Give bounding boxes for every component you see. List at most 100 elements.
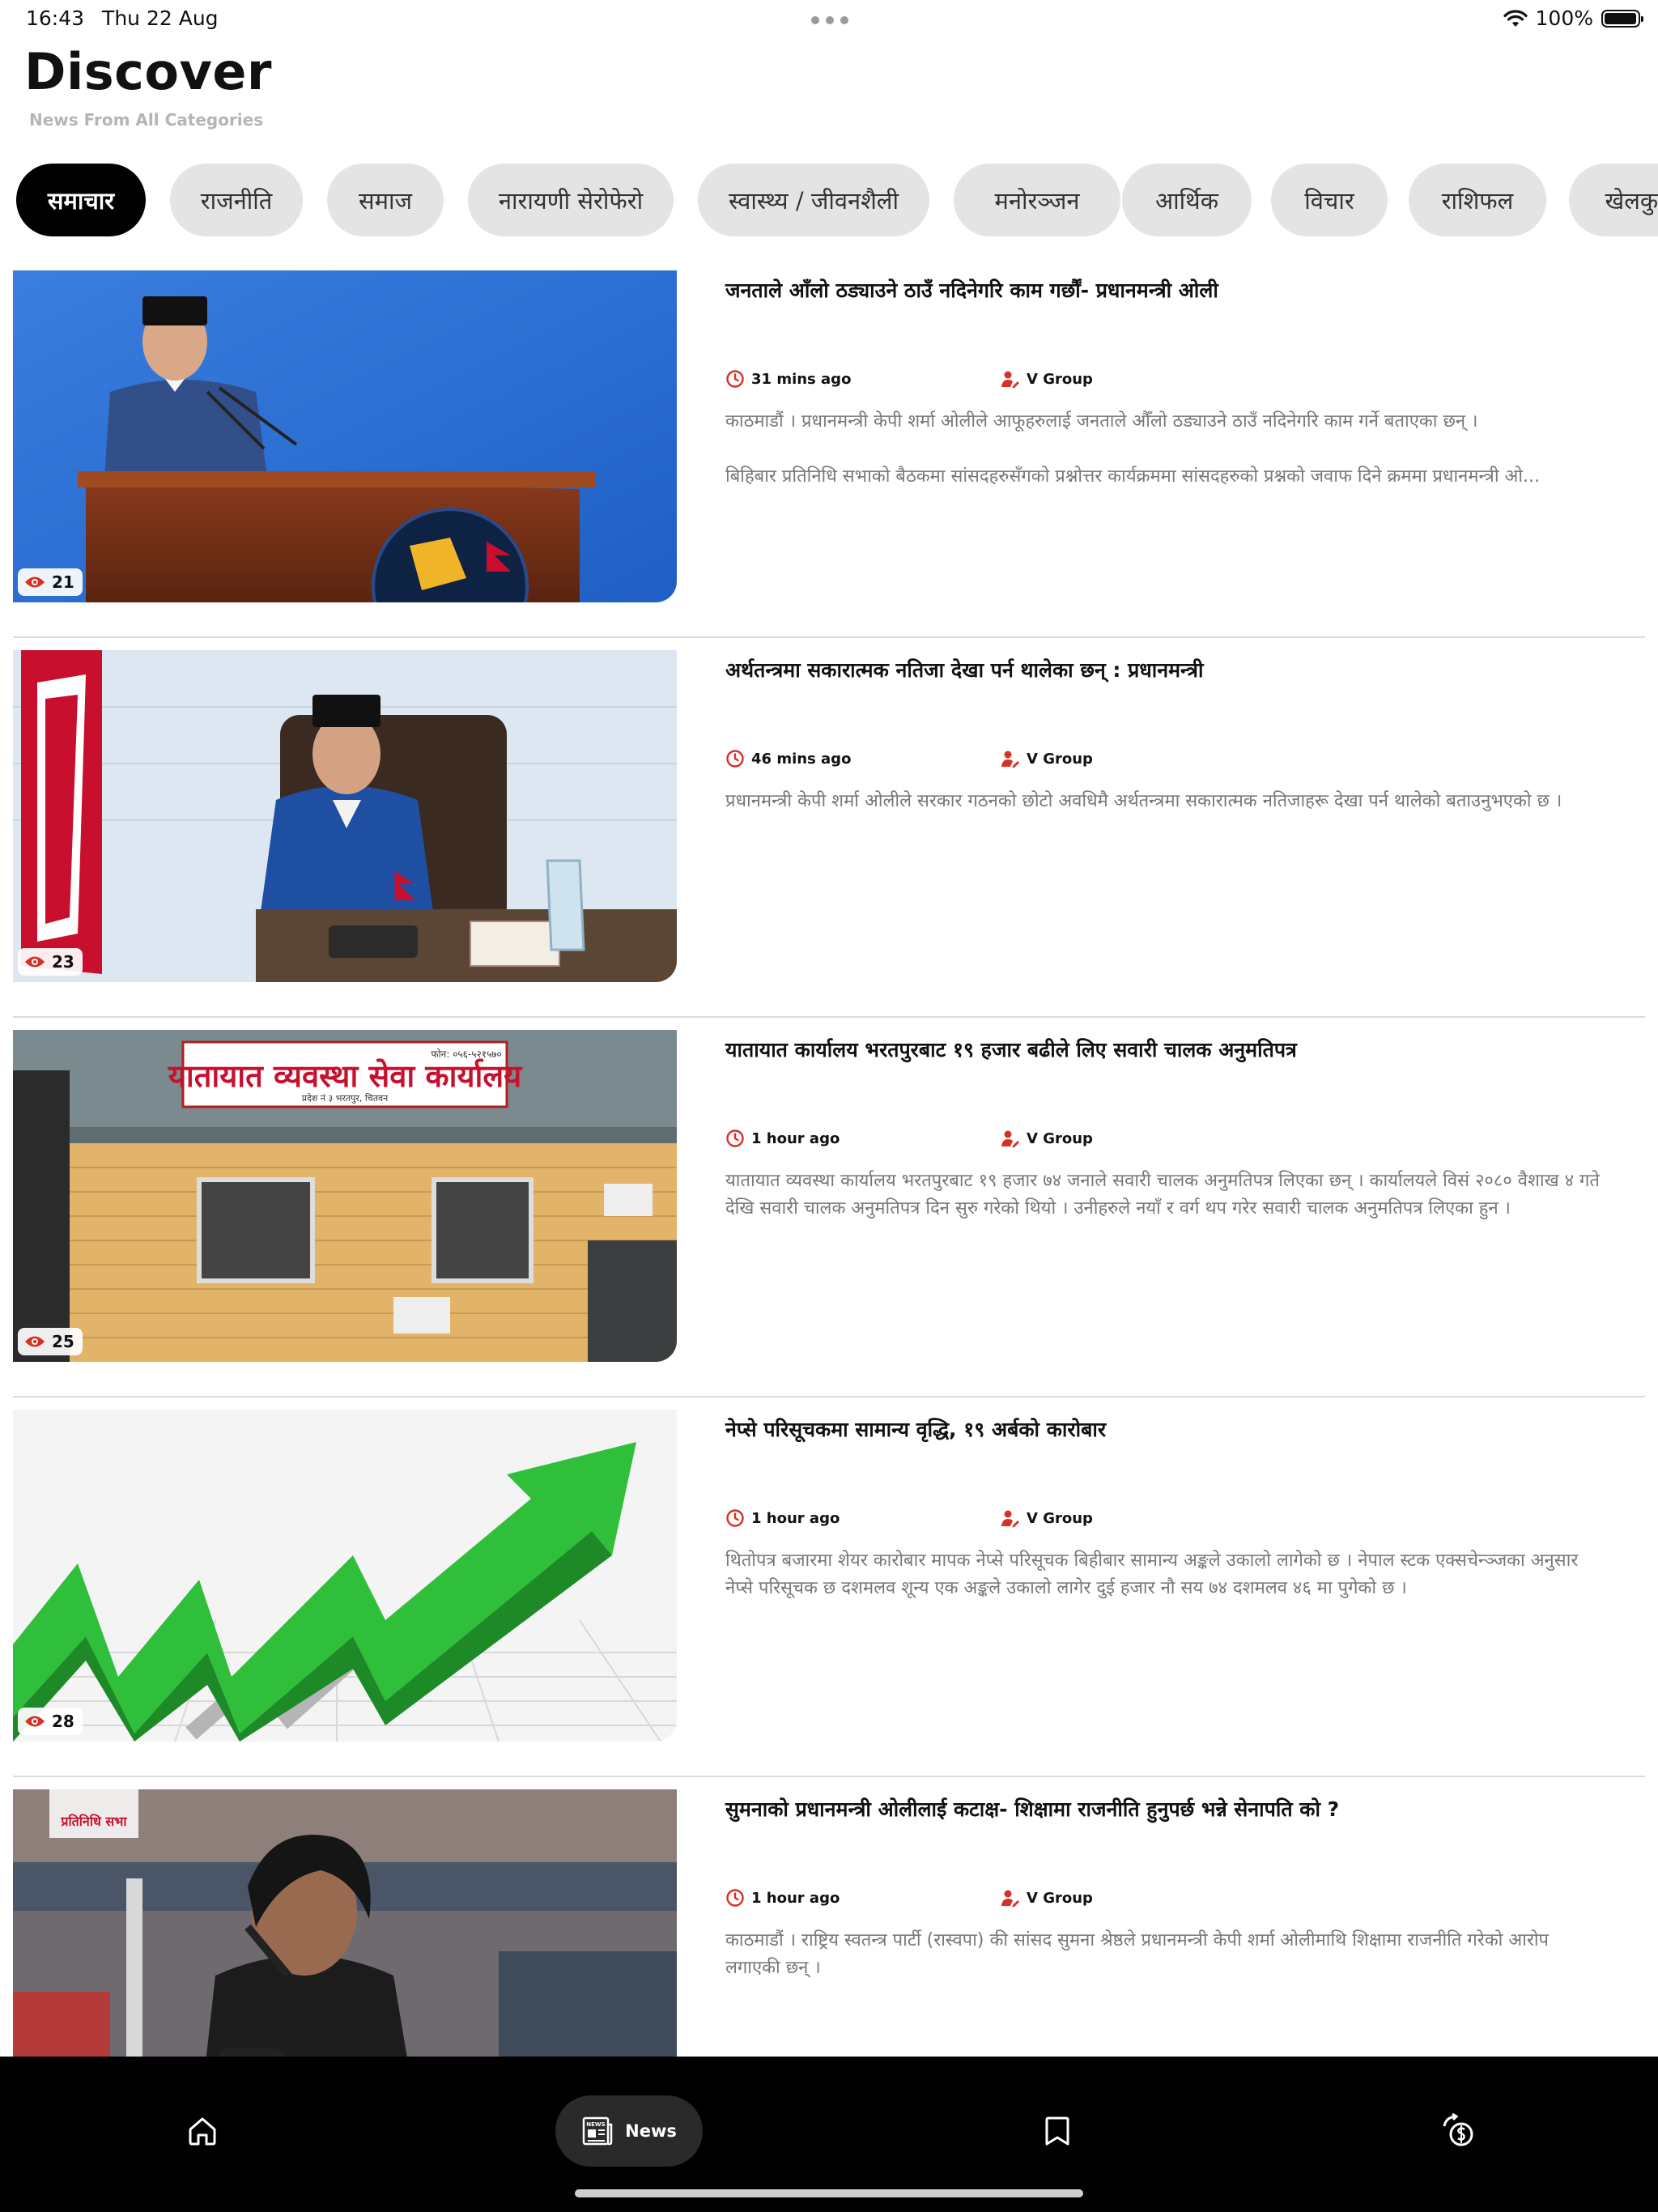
divider — [13, 1776, 1645, 1777]
tab-news[interactable]: NEWS News — [555, 2095, 703, 2167]
article-time-text: 1 hour ago — [751, 1129, 840, 1147]
author-icon — [1001, 1890, 1019, 1908]
status-time: 16:43 — [26, 6, 85, 30]
category-tab[interactable]: नारायणी सेरोफेरो — [468, 164, 674, 236]
author-icon — [1001, 751, 1019, 768]
view-count: 25 — [18, 1328, 83, 1355]
category-tab[interactable]: मनोरञ्जन — [954, 164, 1120, 236]
tab-currency[interactable] — [1426, 2099, 1491, 2163]
divider — [13, 1016, 1645, 1018]
article-thumbnail[interactable]: 21 — [13, 270, 677, 602]
eye-icon — [25, 1716, 45, 1727]
article-time: 31 mins ago — [725, 369, 851, 389]
view-count-value: 25 — [52, 1332, 74, 1351]
status-bar: 16:43 Thu 22 Aug 100% — [0, 0, 1658, 39]
article-headline[interactable]: नेप्से परिसूचकमा सामान्य वृद्धि, १९ अर्ब… — [725, 1416, 1632, 1444]
tab-news-label: News — [625, 2121, 677, 2141]
article-excerpt: प्रधानमन्त्री केपी शर्मा ओलीले सरकार गठन… — [725, 791, 1562, 811]
author-icon — [1001, 1130, 1019, 1148]
article-excerpt: काठमाडौं । राष्ट्रिय स्वतन्त्र पार्टी (र… — [725, 1930, 1550, 1978]
article-thumbnail[interactable]: यातायात व्यवस्था सेवा कार्यालय फोन: ०५६-… — [13, 1030, 677, 1362]
view-count: 21 — [18, 568, 83, 596]
category-tab[interactable]: आर्थिक — [1122, 164, 1252, 236]
category-tabs: समाचार राजनीति समाज नारायणी सेरोफेरो स्व… — [0, 162, 1658, 240]
status-clock: 16:43 Thu 22 Aug — [26, 6, 219, 30]
wifi-icon — [1503, 9, 1528, 27]
office-sign-subtext: प्रदेश नं ३ भरतपुर, चितवन — [302, 1093, 389, 1104]
article-author-text: V Group — [1027, 370, 1093, 388]
page-subtitle: News From All Categories — [29, 110, 264, 130]
article-author: V Group — [1001, 369, 1093, 389]
category-tab[interactable]: स्वास्थ्य / जीवनशैली — [698, 164, 929, 236]
office-sign-text: यातायात व्यवस्था सेवा कार्यालय — [168, 1058, 523, 1094]
article-author-text: V Group — [1027, 1129, 1093, 1147]
view-count-value: 23 — [52, 952, 74, 972]
battery-percentage: 100% — [1535, 6, 1593, 30]
article-author-text: V Group — [1027, 750, 1093, 768]
eye-icon — [25, 1336, 45, 1347]
status-indicators: 100% — [1503, 6, 1643, 30]
currency-exchange-icon — [1443, 2113, 1473, 2146]
article-headline[interactable]: यातायात कार्यालय भरतपुरबाट १९ हजार बढीले… — [725, 1036, 1632, 1064]
clock-icon — [726, 370, 744, 388]
article-meta: 1 hour ago V Group — [725, 1508, 1373, 1533]
category-tab[interactable]: राजनीति — [170, 164, 303, 236]
article-author: V Group — [1001, 1508, 1093, 1528]
office-sign-phone: फोन: ०५६-५२१५७० — [431, 1049, 501, 1060]
article-thumbnail[interactable]: 23 — [13, 650, 677, 982]
article-time: 1 hour ago — [725, 1129, 840, 1148]
category-tab[interactable]: समाचार — [16, 164, 146, 236]
battery-icon — [1601, 9, 1643, 28]
article-author-text: V Group — [1027, 1889, 1093, 1907]
article-headline[interactable]: सुमनाको प्रधानमन्त्री ओलीलाई कटाक्ष- शिक… — [725, 1796, 1632, 1823]
divider — [13, 636, 1645, 638]
view-count: 28 — [18, 1708, 83, 1735]
news-card[interactable]: यातायात व्यवस्था सेवा कार्यालय फोन: ०५६-… — [13, 1030, 1645, 1362]
article-author-text: V Group — [1027, 1509, 1093, 1527]
view-count-value: 28 — [52, 1712, 74, 1731]
multitasking-dots-icon[interactable] — [811, 16, 848, 24]
divider — [13, 1396, 1645, 1397]
category-tab[interactable]: राशिफल — [1409, 164, 1546, 236]
tab-home[interactable] — [170, 2099, 235, 2163]
tab-bookmarks[interactable] — [1025, 2099, 1090, 2163]
article-meta: 1 hour ago V Group — [725, 1129, 1373, 1153]
article-thumbnail[interactable]: 28 — [13, 1410, 677, 1742]
news-card[interactable]: 23 अर्थतन्त्रमा सकारात्मक नतिजा देखा पर्… — [13, 650, 1645, 982]
category-tab[interactable]: विचार — [1271, 164, 1388, 236]
article-excerpt: थितोपत्र बजारमा शेयर कारोबार मापक नेप्से… — [725, 1551, 1579, 1598]
news-card[interactable]: 21 जनताले आँलो ठड्याउने ठाउँ नदिनेगरि का… — [13, 270, 1645, 602]
article-excerpt: काठमाडौं । प्रधानमन्त्री केपी शर्मा ओलील… — [725, 411, 1540, 487]
article-author: V Group — [1001, 749, 1093, 768]
article-meta: 31 mins ago V Group — [725, 369, 1373, 393]
article-headline[interactable]: जनताले आँलो ठड्याउने ठाउँ नदिनेगरि काम ग… — [725, 277, 1632, 304]
status-date: Thu 22 Aug — [102, 6, 219, 30]
article-time: 1 hour ago — [725, 1888, 840, 1908]
news-card[interactable]: 28 नेप्से परिसूचकमा सामान्य वृद्धि, १९ अ… — [13, 1410, 1645, 1742]
article-author: V Group — [1001, 1129, 1093, 1148]
home-indicator[interactable] — [575, 2189, 1083, 2197]
page-title: Discover — [24, 42, 273, 101]
clock-icon — [726, 750, 744, 768]
category-tab[interactable]: खेलकुद — [1569, 164, 1658, 236]
eye-icon — [25, 576, 45, 588]
newspaper-icon: NEWS — [582, 2116, 613, 2146]
article-headline[interactable]: अर्थतन्त्रमा सकारात्मक नतिजा देखा पर्न थ… — [725, 657, 1632, 684]
article-meta: 46 mins ago V Group — [725, 749, 1373, 773]
article-time-text: 31 mins ago — [751, 370, 852, 388]
article-time-text: 46 mins ago — [751, 750, 852, 768]
bookmark-icon — [1045, 2116, 1069, 2146]
view-count-value: 21 — [52, 572, 74, 592]
article-time-text: 1 hour ago — [751, 1509, 840, 1527]
article-time-text: 1 hour ago — [751, 1889, 840, 1907]
article-time: 46 mins ago — [725, 749, 851, 768]
category-tab[interactable]: समाज — [327, 164, 444, 236]
newspaper-icon-text: NEWS — [586, 2121, 605, 2128]
article-meta: 1 hour ago V Group — [725, 1888, 1373, 1912]
clock-icon — [726, 1509, 744, 1527]
view-count: 23 — [18, 948, 83, 976]
article-time: 1 hour ago — [725, 1508, 840, 1528]
home-icon — [189, 2117, 216, 2146]
article-author: V Group — [1001, 1888, 1093, 1908]
eye-icon — [25, 956, 45, 968]
